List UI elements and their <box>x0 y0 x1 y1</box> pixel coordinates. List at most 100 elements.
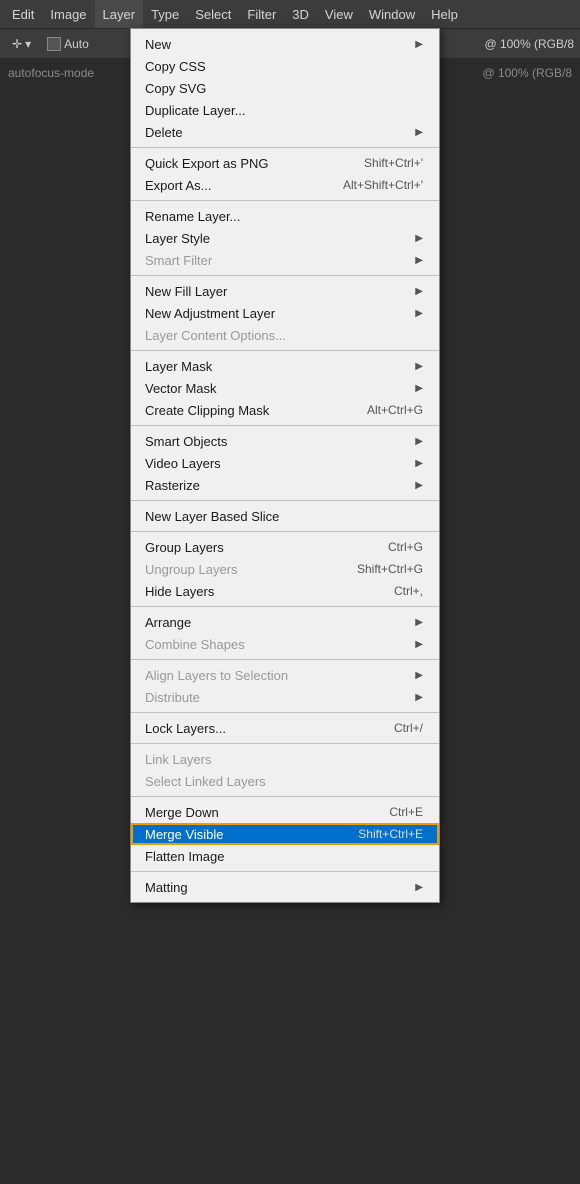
menu-view[interactable]: View <box>317 0 361 28</box>
item-label: Combine Shapes <box>145 637 405 652</box>
menu-separator <box>131 500 439 501</box>
item-label: Rasterize <box>145 478 405 493</box>
menu-item-align-layers-to-selection: Align Layers to Selection▶ <box>131 664 439 686</box>
move-icon: ✛ <box>12 37 22 51</box>
item-label: Hide Layers <box>145 584 374 599</box>
item-label: Export As... <box>145 178 323 193</box>
item-label: Layer Mask <box>145 359 405 374</box>
menu-item-lock-layers---[interactable]: Lock Layers... Ctrl+/ <box>131 717 439 739</box>
item-shortcut: Ctrl+, <box>394 584 423 598</box>
auto-checkbox[interactable]: Auto <box>41 35 95 53</box>
checkbox-icon <box>47 37 61 51</box>
submenu-arrow-icon: ▶ <box>415 436 423 447</box>
menu-item-merge-down[interactable]: Merge Down Ctrl+E <box>131 801 439 823</box>
menu-item-combine-shapes: Combine Shapes ▶ <box>131 633 439 655</box>
menu-item-new[interactable]: New ▶ <box>131 33 439 55</box>
auto-label: Auto <box>64 37 89 51</box>
item-shortcut: Shift+Ctrl+G <box>357 562 423 576</box>
item-label: New Layer Based Slice <box>145 509 423 524</box>
menu-bar: Edit Image Layer Type Select Filter 3D V… <box>0 0 580 28</box>
menu-item-new-adjustment-layer[interactable]: New Adjustment Layer ▶ <box>131 302 439 324</box>
submenu-arrow-icon: ▶ <box>415 639 423 650</box>
menu-layer[interactable]: Layer <box>95 0 144 28</box>
item-label: Merge Down <box>145 805 369 820</box>
menu-edit[interactable]: Edit <box>4 0 42 28</box>
menu-image[interactable]: Image <box>42 0 94 28</box>
menu-item-create-clipping-mask[interactable]: Create Clipping Mask Alt+Ctrl+G <box>131 399 439 421</box>
move-tool[interactable]: ✛ ▾ <box>6 35 37 53</box>
menu-item-layer-mask[interactable]: Layer Mask ▶ <box>131 355 439 377</box>
menu-item-new-fill-layer[interactable]: New Fill Layer▶ <box>131 280 439 302</box>
menu-item-select-linked-layers: Select Linked Layers <box>131 770 439 792</box>
submenu-arrow-icon: ▶ <box>415 233 423 244</box>
menu-window[interactable]: Window <box>361 0 423 28</box>
item-shortcut: Ctrl+E <box>389 805 423 819</box>
menu-item-copy-svg[interactable]: Copy SVG <box>131 77 439 99</box>
item-label: Select Linked Layers <box>145 774 423 789</box>
menu-item-quick-export-as-png[interactable]: Quick Export as PNG Shift+Ctrl+' <box>131 152 439 174</box>
submenu-arrow-icon: ▶ <box>415 882 423 893</box>
menu-item-vector-mask[interactable]: Vector Mask▶ <box>131 377 439 399</box>
item-label: New <box>145 37 405 52</box>
menu-help[interactable]: Help <box>423 0 466 28</box>
menu-filter[interactable]: Filter <box>239 0 284 28</box>
menu-separator <box>131 200 439 201</box>
zoom-label: @ 100% (RGB/8 <box>484 37 574 51</box>
menu-separator <box>131 743 439 744</box>
menu-item-layer-style[interactable]: Layer Style▶ <box>131 227 439 249</box>
submenu-arrow-icon: ▶ <box>415 361 423 372</box>
item-label: Flatten Image <box>145 849 423 864</box>
menu-separator <box>131 606 439 607</box>
menu-item-link-layers: Link Layers <box>131 748 439 770</box>
submenu-arrow-icon: ▶ <box>415 383 423 394</box>
item-label: Lock Layers... <box>145 721 374 736</box>
menu-item-smart-objects[interactable]: Smart Objects ▶ <box>131 430 439 452</box>
menu-item-export-as---[interactable]: Export As...Alt+Shift+Ctrl+' <box>131 174 439 196</box>
item-shortcut: Shift+Ctrl+' <box>364 156 423 170</box>
item-label: Align Layers to Selection <box>145 668 405 683</box>
file-label: autofocus-mode <box>8 66 94 80</box>
menu-item-video-layers[interactable]: Video Layers▶ <box>131 452 439 474</box>
menu-item-group-layers[interactable]: Group LayersCtrl+G <box>131 536 439 558</box>
menu-select[interactable]: Select <box>187 0 239 28</box>
item-shortcut: Alt+Ctrl+G <box>367 403 423 417</box>
menu-separator <box>131 871 439 872</box>
item-label: New Adjustment Layer <box>145 306 405 321</box>
menu-item-flatten-image[interactable]: Flatten Image <box>131 845 439 867</box>
item-label: Distribute <box>145 690 405 705</box>
menu-type[interactable]: Type <box>143 0 187 28</box>
menu-item-rename-layer---[interactable]: Rename Layer... <box>131 205 439 227</box>
submenu-arrow-icon: ▶ <box>415 308 423 319</box>
menu-item-ungroup-layers: Ungroup Layers Shift+Ctrl+G <box>131 558 439 580</box>
menu-separator <box>131 147 439 148</box>
menu-item-merge-visible[interactable]: Merge VisibleShift+Ctrl+E <box>131 823 439 845</box>
submenu-arrow-icon: ▶ <box>415 692 423 703</box>
item-label: Arrange <box>145 615 405 630</box>
menu-item-hide-layers[interactable]: Hide Layers Ctrl+, <box>131 580 439 602</box>
menu-item-matting[interactable]: Matting ▶ <box>131 876 439 898</box>
menu-item-delete[interactable]: Delete▶ <box>131 121 439 143</box>
menu-separator <box>131 275 439 276</box>
item-label: Ungroup Layers <box>145 562 337 577</box>
menu-separator <box>131 531 439 532</box>
item-label: Matting <box>145 880 405 895</box>
layer-dropdown-menu: New ▶ Copy CSSCopy SVGDuplicate Layer...De… <box>130 28 440 903</box>
item-label: Group Layers <box>145 540 368 555</box>
menu-item-duplicate-layer---[interactable]: Duplicate Layer... <box>131 99 439 121</box>
item-shortcut: Shift+Ctrl+E <box>358 827 423 841</box>
menu-item-copy-css[interactable]: Copy CSS <box>131 55 439 77</box>
item-shortcut: Ctrl+/ <box>394 721 423 735</box>
menu-item-arrange[interactable]: Arrange▶ <box>131 611 439 633</box>
submenu-arrow-icon: ▶ <box>415 127 423 138</box>
menu-item-smart-filter: Smart Filter▶ <box>131 249 439 271</box>
item-label: New Fill Layer <box>145 284 405 299</box>
item-label: Quick Export as PNG <box>145 156 344 171</box>
menu-item-new-layer-based-slice[interactable]: New Layer Based Slice <box>131 505 439 527</box>
menu-3d[interactable]: 3D <box>284 0 317 28</box>
item-label: Smart Objects <box>145 434 405 449</box>
zoom-info: @ 100% (RGB/8 <box>482 66 572 80</box>
menu-item-rasterize[interactable]: Rasterize▶ <box>131 474 439 496</box>
submenu-arrow-icon: ▶ <box>415 39 423 50</box>
item-label: Smart Filter <box>145 253 405 268</box>
item-label: Create Clipping Mask <box>145 403 347 418</box>
